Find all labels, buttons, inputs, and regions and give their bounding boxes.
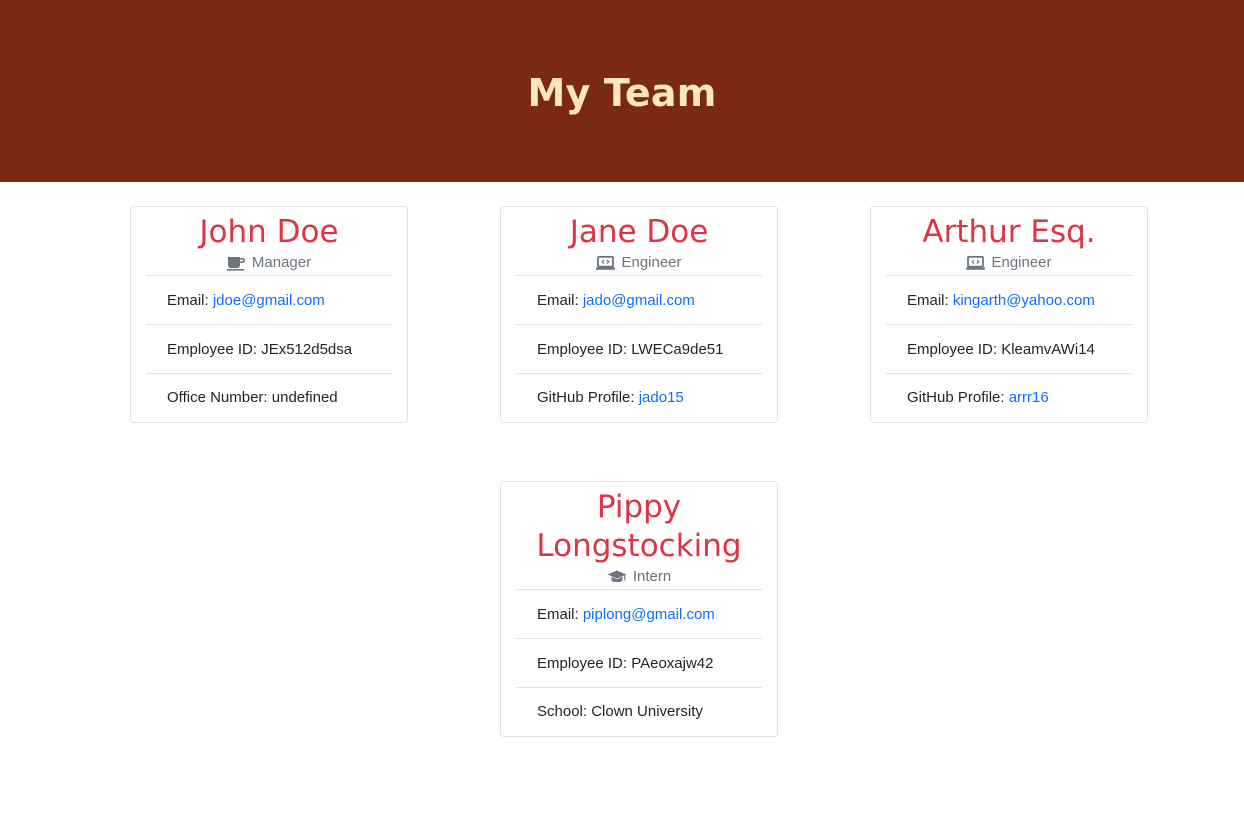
office-number-item: Office Number: undefined [167, 389, 338, 406]
email-link[interactable]: piplong@gmail.com [583, 606, 715, 623]
role-label: Engineer [621, 254, 682, 271]
page-title: My Team [527, 71, 717, 115]
employee-name-line: Pippy [596, 489, 682, 525]
employee-card-engineer: Jane Doe Engineer Email: jado@gmail.com … [500, 206, 778, 423]
graduation-cap-icon [607, 570, 627, 582]
github-label: GitHub Profile: [907, 389, 1009, 406]
email-item: Email: kingarth@yahoo.com [886, 276, 1132, 325]
employee-card-intern: Pippy Longstocking Intern Email: piplong… [500, 481, 778, 737]
employee-role: Engineer [885, 251, 1133, 275]
employee-id-item: Employee ID: KleamvAWi14 [886, 325, 1132, 374]
email-link[interactable]: kingarth@yahoo.com [953, 292, 1095, 309]
employee-card-engineer: Arthur Esq. Engineer Email: kingarth@yah… [870, 206, 1148, 423]
email-label: Email: [537, 292, 583, 309]
employee-name: Jane Doe [569, 214, 709, 250]
employee-role: Engineer [515, 251, 763, 275]
role-label: Engineer [991, 254, 1052, 271]
email-item: Email: piplong@gmail.com [516, 590, 762, 639]
email-item: Email: jado@gmail.com [516, 276, 762, 325]
laptop-code-icon [966, 256, 986, 270]
card-header: John Doe Manager [131, 207, 407, 275]
email-label: Email: [167, 292, 213, 309]
employee-details: Email: piplong@gmail.com Employee ID: PA… [516, 589, 762, 736]
email-link[interactable]: jdoe@gmail.com [213, 292, 325, 309]
card-header: Arthur Esq. Engineer [871, 207, 1147, 275]
employee-id-item: Employee ID: LWECa9de51 [516, 325, 762, 374]
employee-card-manager: John Doe Manager Email: jdoe@gmail.com E… [130, 206, 408, 423]
email-item: Email: jdoe@gmail.com [146, 276, 392, 325]
employee-name-line: Longstocking [536, 528, 742, 564]
employee-details: Email: jdoe@gmail.com Employee ID: JEx51… [146, 275, 392, 422]
employee-name: Pippy Longstocking [515, 488, 763, 566]
employee-name: John Doe [199, 214, 339, 250]
employee-details: Email: jado@gmail.com Employee ID: LWECa… [516, 275, 762, 422]
employee-id-item: Employee ID: JEx512d5dsa [146, 325, 392, 374]
employee-name: Arthur Esq. [922, 214, 1096, 250]
card-header: Pippy Longstocking Intern [501, 482, 777, 589]
email-link[interactable]: jado@gmail.com [583, 292, 695, 309]
laptop-code-icon [596, 256, 616, 270]
card-header: Jane Doe Engineer [501, 207, 777, 275]
page-header: My Team [0, 0, 1244, 182]
mug-icon [226, 256, 245, 271]
employee-details: Email: kingarth@yahoo.com Employee ID: K… [886, 275, 1132, 422]
role-label: Manager [251, 254, 312, 271]
employee-role: Manager [145, 251, 393, 275]
email-label: Email: [537, 606, 583, 623]
github-label: GitHub Profile: [537, 389, 639, 406]
github-link[interactable]: jado15 [639, 389, 684, 406]
role-label: Intern [632, 568, 672, 585]
employee-role: Intern [515, 565, 763, 589]
email-label: Email: [907, 292, 953, 309]
github-item: GitHub Profile: arrr16 [886, 374, 1132, 422]
employee-id-item: Employee ID: PAeoxajw42 [516, 639, 762, 688]
github-link[interactable]: arrr16 [1009, 389, 1049, 406]
school-item: School: Clown University [537, 703, 703, 720]
github-item: GitHub Profile: jado15 [516, 374, 762, 422]
